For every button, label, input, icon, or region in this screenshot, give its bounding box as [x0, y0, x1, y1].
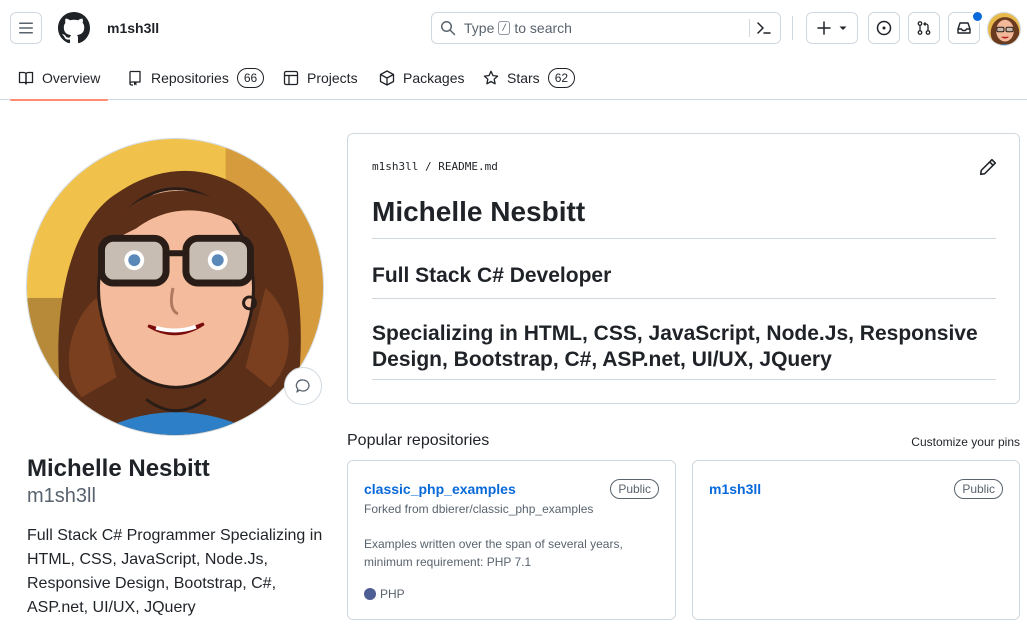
stars-count: 62: [547, 68, 576, 88]
tab-projects[interactable]: Projects: [283, 56, 358, 100]
pull-requests-button[interactable]: [908, 12, 940, 44]
avatar-portrait-icon: [988, 13, 1020, 45]
repo-description: Examples written over the span of severa…: [364, 537, 623, 569]
profile-full-name: Michelle Nesbitt: [27, 455, 210, 482]
git-pull-request-icon: [917, 21, 931, 35]
repo-name-link[interactable]: m1sh3ll: [709, 481, 761, 497]
avatar-portrait-icon: [27, 139, 323, 435]
forked-from-text: Forked from dbierer/classic_php_examples: [364, 502, 594, 516]
star-icon: [483, 70, 499, 85]
profile-login: m1sh3ll: [27, 485, 96, 507]
github-logo-icon[interactable]: [58, 12, 90, 44]
popular-repositories-title: Popular repositories: [347, 432, 490, 449]
unread-indicator: [971, 10, 984, 23]
visibility-badge: Public: [610, 479, 659, 499]
readme-heading-role: Full Stack C# Developer: [372, 264, 996, 299]
issues-button[interactable]: [868, 12, 900, 44]
profile-avatar[interactable]: [26, 138, 324, 436]
global-header: m1sh3ll Type / to search: [0, 0, 1027, 56]
command-palette-icon[interactable]: [756, 20, 772, 36]
slash-key-hint: /: [498, 21, 511, 35]
readme-heading-skills: Specializing in HTML, CSS, JavaScript, N…: [372, 321, 996, 380]
readme-path-file[interactable]: README.md: [438, 160, 498, 173]
profile-bio: Full Stack C# Programmer Specializing in…: [27, 527, 323, 616]
customize-pins-link[interactable]: Customize your pins: [911, 435, 1020, 449]
profile-tabs: Overview Repositories 66 Projects Packag…: [0, 56, 1027, 101]
tab-packages[interactable]: Packages: [379, 56, 464, 100]
header-divider: [792, 16, 793, 40]
tab-packages-label: Packages: [403, 70, 465, 86]
tab-projects-label: Projects: [307, 70, 358, 86]
language-color-dot: [364, 588, 376, 600]
profile-readme: m1sh3ll / README.md Michelle Nesbitt Ful…: [347, 133, 1020, 404]
search-divider: [749, 19, 750, 37]
user-avatar-small[interactable]: [987, 12, 1021, 46]
search-placeholder-pre: Type: [464, 20, 495, 36]
table-icon: [283, 70, 299, 86]
tab-repositories[interactable]: Repositories 66: [127, 56, 265, 100]
header-username[interactable]: m1sh3ll: [107, 20, 159, 36]
inbox-icon: [957, 22, 971, 34]
search-placeholder-post: to search: [514, 20, 572, 36]
readme-path-separator: /: [424, 160, 432, 173]
book-icon: [18, 71, 34, 85]
menu-button[interactable]: [10, 12, 42, 44]
readme-path-owner[interactable]: m1sh3ll: [372, 160, 418, 173]
repositories-count: 66: [236, 68, 265, 88]
repo-icon: [129, 70, 141, 86]
hamburger-icon: [19, 22, 33, 34]
search-placeholder: Type / to search: [464, 20, 572, 36]
repo-language-label: PHP: [380, 587, 405, 601]
search-icon: [441, 21, 456, 36]
triangle-down-icon: [839, 26, 847, 30]
pinned-repo-card: m1sh3ll Public: [692, 460, 1020, 620]
tab-stars-label: Stars: [507, 70, 540, 86]
smiley-comment-icon: [295, 379, 310, 393]
search-input[interactable]: Type / to search: [431, 12, 781, 44]
package-icon: [379, 70, 395, 86]
set-status-button[interactable]: [284, 367, 322, 405]
repo-language: PHP: [364, 587, 405, 601]
pencil-icon[interactable]: [979, 158, 997, 176]
tab-overview-label: Overview: [42, 70, 101, 86]
tab-repositories-label: Repositories: [151, 70, 229, 86]
readme-path: m1sh3ll / README.md: [372, 160, 498, 173]
issue-opened-icon: [876, 20, 892, 36]
plus-icon: [817, 21, 831, 35]
visibility-badge: Public: [954, 479, 1003, 499]
readme-heading-name: Michelle Nesbitt: [372, 196, 996, 239]
tab-stars[interactable]: Stars 62: [483, 56, 576, 100]
pinned-repo-card: classic_php_examples Public Forked from …: [347, 460, 676, 620]
tab-overview[interactable]: Overview: [9, 56, 109, 101]
repo-name-link[interactable]: classic_php_examples: [364, 481, 516, 497]
create-new-button[interactable]: [806, 12, 858, 44]
